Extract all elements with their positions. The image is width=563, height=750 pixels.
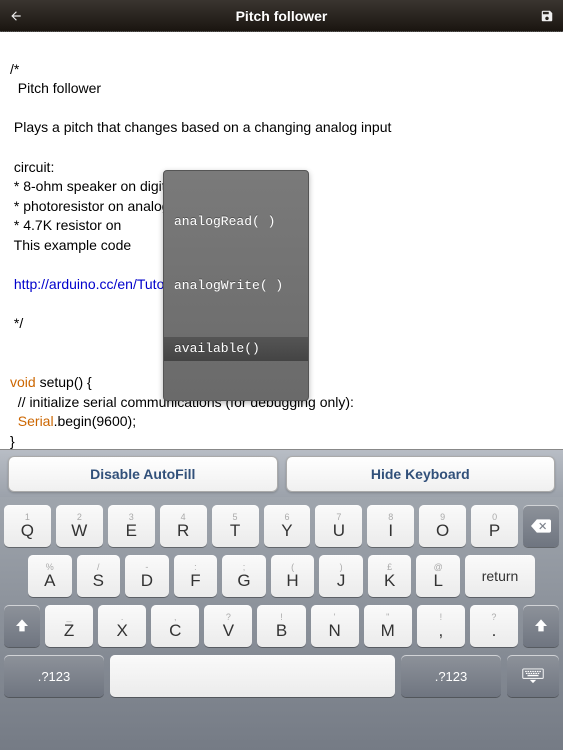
save-button[interactable] <box>537 6 557 26</box>
code-line: * 4.7K resistor on <box>10 217 125 233</box>
key-numeric-right[interactable]: .?123 <box>401 655 501 697</box>
key-return[interactable]: return <box>465 555 535 597</box>
key-j[interactable]: )J <box>319 555 363 597</box>
key-x[interactable]: .X <box>98 605 146 647</box>
key-period[interactable]: ?. <box>470 605 518 647</box>
code-line: Plays a pitch that changes based on a ch… <box>10 119 391 135</box>
key-z[interactable]: _Z <box>45 605 93 647</box>
keyboard-toolbar: Disable AutoFill Hide Keyboard <box>0 449 563 497</box>
autocomplete-popup: analogRead( ) analogWrite( ) available() <box>163 170 309 401</box>
code-line: void setup() { <box>10 374 92 390</box>
key-b[interactable]: !B <box>257 605 305 647</box>
hide-keyboard-button[interactable]: Hide Keyboard <box>286 456 556 492</box>
key-g[interactable]: ;G <box>222 555 266 597</box>
code-line: circuit: <box>10 159 54 175</box>
key-u[interactable]: 7U <box>315 505 362 547</box>
key-e[interactable]: 3E <box>108 505 155 547</box>
header-bar: Pitch follower <box>0 0 563 32</box>
virtual-keyboard: 1Q2W3E4R5T6Y7U8I9O0P %A/S-D:F;G(H)J£K@Lr… <box>0 497 563 750</box>
key-numeric-left[interactable]: .?123 <box>4 655 104 697</box>
key-s[interactable]: /S <box>77 555 121 597</box>
autocomplete-item[interactable]: analogRead( ) <box>164 210 308 234</box>
code-line: } <box>10 433 15 449</box>
key-shift-left[interactable] <box>4 605 40 647</box>
key-f[interactable]: :F <box>174 555 218 597</box>
key-o[interactable]: 9O <box>419 505 466 547</box>
key-q[interactable]: 1Q <box>4 505 51 547</box>
key-hide-keyboard[interactable] <box>507 655 559 697</box>
disable-autofill-button[interactable]: Disable AutoFill <box>8 456 278 492</box>
key-a[interactable]: %A <box>28 555 72 597</box>
code-line: Serial.begin(9600); <box>10 413 136 429</box>
code-line: Pitch follower <box>10 80 101 96</box>
key-i[interactable]: 8I <box>367 505 414 547</box>
code-editor[interactable]: /* Pitch follower Plays a pitch that cha… <box>0 32 563 462</box>
key-n[interactable]: 'N <box>311 605 359 647</box>
back-button[interactable] <box>6 6 26 26</box>
key-k[interactable]: £K <box>368 555 412 597</box>
key-l[interactable]: @L <box>416 555 460 597</box>
key-v[interactable]: ?V <box>204 605 252 647</box>
key-h[interactable]: (H <box>271 555 315 597</box>
autocomplete-item[interactable]: available() <box>164 337 308 361</box>
key-shift-right[interactable] <box>523 605 559 647</box>
key-d[interactable]: -D <box>125 555 169 597</box>
page-title: Pitch follower <box>236 8 328 24</box>
key-comma[interactable]: !, <box>417 605 465 647</box>
key-m[interactable]: "M <box>364 605 412 647</box>
key-backspace[interactable] <box>523 505 559 547</box>
key-r[interactable]: 4R <box>160 505 207 547</box>
key-w[interactable]: 2W <box>56 505 103 547</box>
key-p[interactable]: 0P <box>471 505 518 547</box>
key-space[interactable] <box>110 655 395 697</box>
key-y[interactable]: 6Y <box>264 505 311 547</box>
key-c[interactable]: ,C <box>151 605 199 647</box>
code-line: /* <box>10 61 19 77</box>
code-line: */ <box>10 315 23 331</box>
autocomplete-item[interactable]: analogWrite( ) <box>164 274 308 298</box>
key-t[interactable]: 5T <box>212 505 259 547</box>
